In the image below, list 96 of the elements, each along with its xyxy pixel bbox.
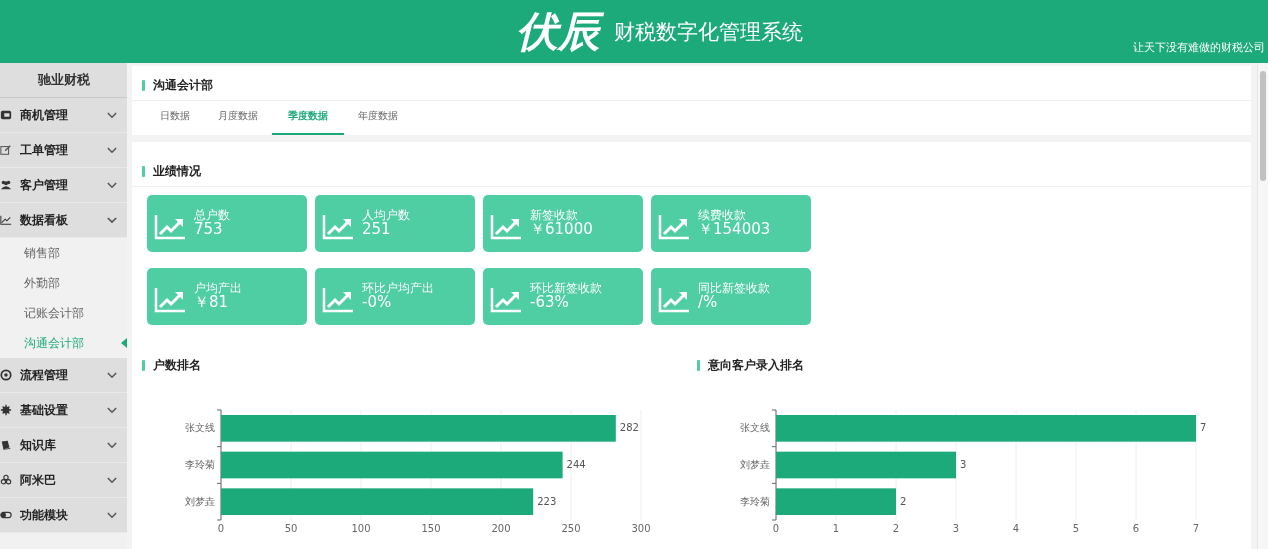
chevron-down-icon — [107, 146, 117, 154]
trend-icon — [0, 214, 12, 226]
tab[interactable]: 年度数据 — [344, 101, 412, 135]
stat-value: /% — [698, 294, 718, 310]
category-label: 刘梦垚 — [740, 459, 770, 470]
trend-chart-icon — [322, 213, 354, 240]
trend-chart-icon — [154, 213, 186, 240]
accent-bar — [697, 360, 700, 371]
value-label: 223 — [537, 495, 557, 507]
toggle-icon — [0, 509, 12, 521]
scrollbar[interactable] — [1257, 63, 1268, 549]
trend-chart-icon — [154, 286, 186, 313]
axis-tick-label: 0 — [772, 523, 780, 534]
axis-tick-label: 200 — [491, 523, 511, 534]
menu-item[interactable]: 工单管理 — [0, 133, 127, 168]
stat-label: 总户数 — [194, 210, 230, 222]
value-label: 3 — [960, 459, 967, 470]
trend-chart-icon — [658, 286, 690, 313]
menu-item[interactable]: 阿米巴 — [0, 463, 127, 498]
axis-tick-label: 100 — [351, 523, 371, 534]
axis-tick-label: 4 — [1012, 523, 1020, 534]
stat-label: 环比户均产出 — [362, 283, 434, 295]
section-title: 业绩情况 — [153, 163, 201, 180]
accent-bar — [142, 166, 145, 177]
stat-value: 251 — [362, 221, 391, 237]
system-title: 财税数字化管理系统 — [613, 18, 803, 46]
sidebar-title: 驰业财税 — [0, 63, 127, 98]
axis-tick-label: 2 — [892, 523, 900, 534]
menu-item[interactable]: 流程管理 — [0, 358, 127, 393]
chevron-down-icon — [107, 511, 117, 519]
stat-value: -0% — [362, 294, 392, 310]
menu-item[interactable]: 数据看板 — [0, 203, 127, 238]
book-icon — [0, 439, 12, 451]
menu-item[interactable]: 基础设置 — [0, 393, 127, 428]
trend-chart-icon — [490, 286, 522, 313]
value-label: 282 — [619, 422, 639, 434]
scrollbar-thumb[interactable] — [1260, 71, 1266, 181]
axis-tick-label: 250 — [561, 523, 581, 534]
menu-item[interactable]: 客户管理 — [0, 168, 127, 203]
stat-label: 环比新签收款 — [530, 283, 602, 295]
stat-label: 新签收款 — [530, 210, 578, 222]
axis-tick-label: 300 — [631, 523, 651, 534]
axis-tick-label: 6 — [1132, 523, 1140, 534]
stat-label: 人均户数 — [362, 210, 410, 222]
chart-title: 户数排名 — [153, 357, 201, 374]
axis-tick-label: 1 — [832, 523, 840, 534]
slogan: 让天下没有难做的财税公司 — [1133, 40, 1265, 55]
category-label: 张文线 — [740, 422, 770, 434]
trend-chart-icon — [322, 286, 354, 313]
axis-tick-label: 0 — [217, 523, 225, 534]
submenu-item[interactable]: 记账会计部 — [0, 298, 127, 328]
axis-tick-label: 150 — [421, 523, 441, 534]
submenu-item[interactable]: 外勤部 — [0, 268, 127, 298]
category-label: 刘梦垚 — [185, 495, 215, 507]
chevron-down-icon — [107, 216, 117, 224]
chevron-down-icon — [107, 371, 117, 379]
stat-value: ￥81 — [194, 294, 229, 310]
chevron-down-icon — [107, 406, 117, 414]
stat-value: ￥61000 — [530, 221, 593, 237]
menu-item[interactable]: 功能模块 — [0, 498, 127, 533]
axis-tick-label: 50 — [284, 523, 298, 534]
gear-icon — [0, 404, 12, 416]
stat-value: ￥154003 — [698, 221, 771, 237]
stat-value: 753 — [194, 221, 223, 237]
trend-chart-icon — [490, 213, 522, 240]
section-title: 沟通会计部 — [153, 77, 213, 94]
chart-title: 意向客户录入排名 — [708, 357, 804, 374]
submenu-item[interactable]: 销售部 — [0, 238, 127, 268]
category-label: 李玲菊 — [740, 495, 770, 507]
users-icon — [0, 179, 12, 191]
tab[interactable]: 月度数据 — [204, 101, 272, 135]
share-icon — [0, 474, 12, 486]
axis-tick-label: 5 — [1072, 523, 1080, 534]
menu-item[interactable]: 知识库 — [0, 428, 127, 463]
edit-icon — [0, 144, 12, 156]
accent-bar — [142, 360, 145, 371]
axis-tick-label: 3 — [952, 523, 960, 534]
tab[interactable]: 日数据 — [146, 101, 204, 135]
stat-label: 户均产出 — [194, 283, 242, 295]
value-label: 244 — [566, 459, 586, 470]
phone-icon — [0, 109, 12, 121]
accent-bar — [142, 80, 145, 91]
chevron-down-icon — [107, 111, 117, 119]
category-label: 张文线 — [185, 422, 215, 434]
stat-label: 续费收款 — [698, 210, 746, 222]
stat-value: -63% — [530, 294, 569, 310]
chevron-down-icon — [107, 181, 117, 189]
chevron-down-icon — [107, 441, 117, 449]
category-label: 李玲菊 — [185, 459, 215, 470]
stat-label: 同比新签收款 — [698, 283, 770, 295]
chevron-down-icon — [107, 476, 117, 484]
menu-item[interactable]: 商机管理 — [0, 98, 127, 133]
trend-chart-icon — [658, 213, 690, 240]
axis-tick-label: 7 — [1192, 523, 1200, 534]
value-label: 2 — [900, 495, 907, 507]
value-label: 7 — [1200, 422, 1207, 434]
